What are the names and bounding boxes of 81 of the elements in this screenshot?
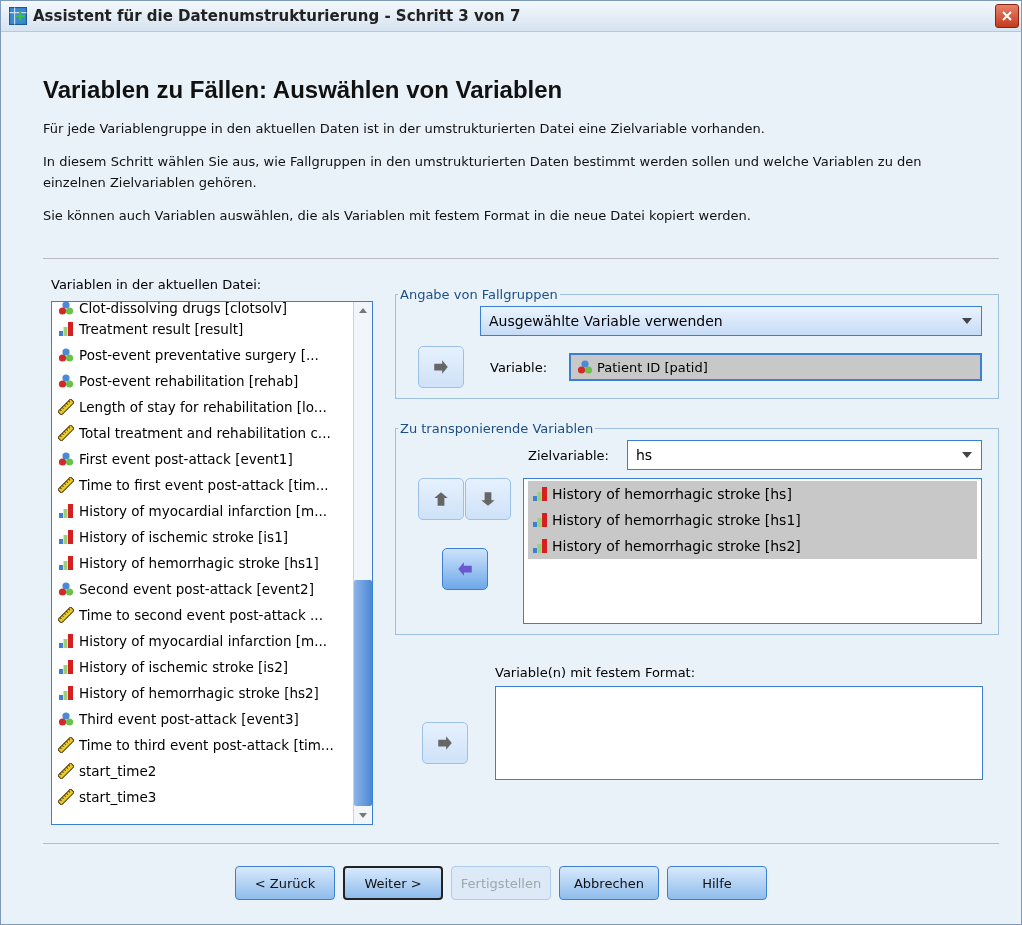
ordinal-icon (532, 538, 548, 554)
variable-item[interactable]: Post-event rehabilitation [rehab] (58, 368, 353, 394)
variable-item[interactable]: Clot-dissolving drugs [clotsolv] (58, 302, 353, 316)
description-text: Sie können auch Variablen auswählen, die als Variablen mit festem Format in die neue Datei kopiert werden. (43, 207, 752, 225)
nominal-icon (577, 359, 593, 375)
nominal-icon (58, 373, 74, 389)
description-text: In diesem Schritt wählen Sie aus, wie Fallgruppen in den umstrukturierten Daten bestimmt werden sollen und welche Variablen zu den einzelnen Zielvariablen gehören. (43, 153, 923, 192)
variable-item[interactable]: Total treatment and rehabilitation c... (58, 420, 353, 446)
ordinal-icon (532, 486, 548, 502)
variable-item[interactable]: History of myocardial infarction [m... (58, 628, 353, 654)
window-title: Assistent für die Datenumstrukturierung - Schritt 3 von 7 (33, 7, 522, 25)
move-up-button[interactable] (418, 478, 464, 520)
dialog-button[interactable]: Weiter > (343, 866, 443, 900)
variable-item[interactable]: Time to third event post-attack [tim... (58, 732, 353, 758)
ordinal-icon (58, 321, 74, 337)
right-arrow-icon (432, 358, 450, 376)
close-icon (1001, 10, 1013, 22)
variable-item[interactable]: History of hemorrhagic stroke [hs2] (528, 533, 977, 559)
ruler-icon (58, 477, 74, 493)
ordinal-icon (58, 503, 74, 519)
variable-item[interactable]: First event post-attack [event1] (58, 446, 353, 472)
variable-item[interactable]: Third event post-attack [event3] (58, 706, 353, 732)
caret-icon (961, 317, 973, 325)
variable-item[interactable]: start_time2 (58, 758, 353, 784)
ordinal-icon (58, 633, 74, 649)
nominal-icon (58, 711, 74, 727)
nominal-icon (58, 581, 74, 597)
ruler-icon (58, 737, 74, 753)
target-dropdown[interactable]: hs (626, 440, 982, 470)
variable-item[interactable]: History of hemorrhagic stroke [hs] (528, 481, 977, 507)
variable-item[interactable]: History of ischemic stroke [is1] (58, 524, 353, 550)
variable-item[interactable]: History of hemorrhagic stroke [hs2] (58, 680, 353, 706)
nominal-icon (58, 451, 74, 467)
variable-field[interactable]: Patient ID [patid] (569, 353, 982, 381)
ordinal-icon (58, 685, 74, 701)
fixed-format-label: Variable(n) mit festem Format: (495, 665, 697, 680)
ruler-icon (58, 607, 74, 623)
variable-item[interactable]: Time to first event post-attack [tim... (58, 472, 353, 498)
nominal-icon (58, 302, 74, 316)
group-title: Angabe von Fallgruppen (399, 287, 559, 302)
variable-item[interactable]: History of myocardial infarction [m... (58, 498, 353, 524)
move-left-button[interactable] (441, 548, 488, 590)
variable-item[interactable]: start_time3 (58, 784, 353, 810)
ordinal-icon (58, 529, 74, 545)
down-arrow-icon (479, 490, 497, 508)
variable-item[interactable]: History of hemorrhagic stroke [hs1] (528, 507, 977, 533)
page-heading: Variablen zu Fällen: Auswählen von Variablen (43, 76, 564, 104)
ruler-icon (58, 789, 74, 805)
move-right-button[interactable] (422, 721, 468, 764)
list-label: Variablen in der aktuellen Datei: (51, 277, 263, 294)
app-icon (9, 7, 27, 25)
target-label: Zielvariable: (528, 447, 609, 463)
ruler-icon (58, 763, 74, 779)
nominal-icon (58, 347, 74, 363)
variable-item[interactable]: Treatment result [result] (58, 316, 353, 342)
variable-item[interactable]: Second event post-attack [event2] (58, 576, 353, 602)
variable-item[interactable]: Time to second event post-attack ... (58, 602, 353, 628)
method-dropdown[interactable]: Ausgewählte Variable verwenden (480, 306, 982, 336)
dialog-button[interactable]: Hilfe (667, 866, 767, 900)
ruler-icon (58, 399, 74, 415)
dialog-button[interactable]: Abbrechen (559, 866, 659, 900)
ordinal-icon (532, 512, 548, 528)
close-button[interactable] (995, 4, 1019, 28)
group-title: Zu transponierende Variablen (399, 421, 595, 436)
variable-item[interactable]: History of hemorrhagic stroke [hs1] (58, 550, 353, 576)
move-right-button[interactable] (418, 346, 464, 388)
variable-label: Variable: (490, 359, 547, 375)
up-arrow-icon (432, 490, 450, 508)
ordinal-icon (58, 555, 74, 571)
move-down-button[interactable] (465, 478, 511, 520)
variable-item[interactable]: Length of stay for rehabilitation [lo... (58, 394, 353, 420)
scrollbar[interactable] (353, 302, 372, 824)
caret-icon (961, 451, 973, 459)
dialog-button[interactable]: < Zurück (235, 866, 335, 900)
ruler-icon (58, 425, 74, 441)
variable-item[interactable]: History of ischemic stroke [is2] (58, 654, 353, 680)
ordinal-icon (58, 659, 74, 675)
fixed-format-list[interactable] (495, 686, 983, 780)
description-text: Für jede Variablengruppe in den aktuellen Daten ist in der umstrukturierten Datei eine Zielvariable vorhanden. (43, 120, 766, 138)
scroll-thumb[interactable] (354, 580, 372, 806)
variable-item[interactable]: Post-event preventative surgery [... (58, 342, 353, 368)
